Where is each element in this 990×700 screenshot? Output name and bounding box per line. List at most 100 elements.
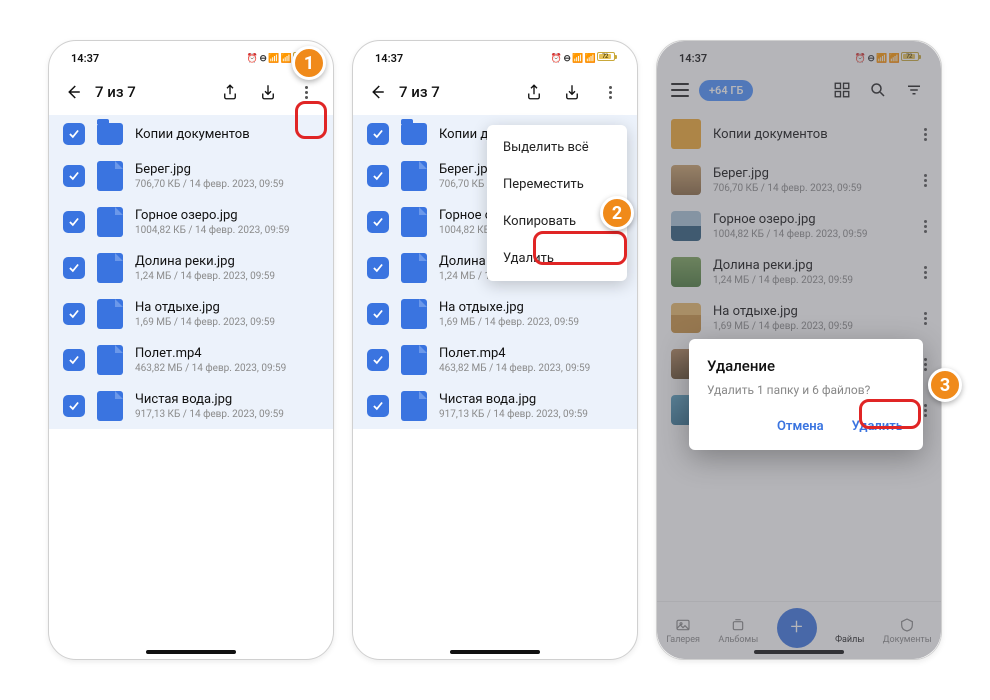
selection-count: 7 из 7 — [95, 83, 205, 101]
item-meta: 917,13 КБ / 14 февр. 2023, 09:59 — [439, 409, 623, 420]
checkbox-checked-icon[interactable] — [63, 349, 85, 371]
callout-1: 1 — [292, 46, 326, 80]
file-icon — [97, 345, 123, 375]
item-more-icon[interactable] — [923, 404, 927, 417]
share-icon[interactable] — [217, 79, 243, 105]
nav-albums[interactable]: Альбомы — [718, 617, 758, 645]
item-more-icon[interactable] — [923, 174, 927, 187]
share-icon[interactable] — [521, 79, 547, 105]
checkbox-checked-icon[interactable] — [367, 349, 389, 371]
selection-toolbar: 7 из 7 — [353, 69, 637, 115]
item-name: Горное озеро.jpg — [135, 208, 319, 223]
item-name: Берег.jpg — [713, 166, 911, 181]
file-icon — [97, 161, 123, 191]
list-item[interactable]: Копии документов — [49, 115, 333, 153]
phone-screen-3: 14:37 ⏰ ⊖ 📶 📶 72 +64 ГБ Копии документов… — [656, 40, 942, 660]
item-meta: 1004,82 КБ / 14 февр. 2023, 09:59 — [135, 225, 319, 236]
more-options-button[interactable] — [293, 79, 319, 105]
list-item[interactable]: На отдыхе.jpg1,69 МБ / 14 февр. 2023, 09… — [353, 291, 637, 337]
grid-view-icon[interactable] — [829, 77, 855, 103]
menu-delete[interactable]: Удалить — [487, 240, 627, 277]
list-item[interactable]: На отдыхе.jpg1,69 МБ / 14 февр. 2023, 09… — [657, 295, 941, 341]
selection-toolbar: 7 из 7 — [49, 69, 333, 115]
nav-documents[interactable]: Документы — [883, 617, 932, 645]
checkbox-checked-icon[interactable] — [63, 257, 85, 279]
search-icon[interactable] — [865, 77, 891, 103]
item-more-icon[interactable] — [923, 266, 927, 279]
item-name: Копии документов — [135, 127, 319, 142]
list-item[interactable]: На отдыхе.jpg1,69 МБ / 14 февр. 2023, 09… — [49, 291, 333, 337]
item-meta: 463,82 МБ / 14 февр. 2023, 09:59 — [135, 363, 319, 374]
dialog-confirm-button[interactable]: Удалить — [850, 415, 905, 438]
list-item[interactable]: Берег.jpg706,70 КБ / 14 февр. 2023, 09:5… — [657, 157, 941, 203]
menu-move[interactable]: Переместить — [487, 166, 627, 203]
item-more-icon[interactable] — [923, 312, 927, 325]
checkbox-checked-icon[interactable] — [63, 211, 85, 233]
list-item[interactable]: Копии документов — [657, 111, 941, 157]
checkbox-checked-icon[interactable] — [367, 395, 389, 417]
item-name: Долина реки.jpg — [135, 254, 319, 269]
list-item[interactable]: Горное озеро.jpg 1004,82 КБ / 14 февр. 20… — [49, 199, 333, 245]
list-item[interactable]: Берег.jpg706,70 КБ / 14 февр. 2023, 09:5… — [49, 153, 333, 199]
checkbox-checked-icon[interactable] — [367, 257, 389, 279]
image-thumbnail — [671, 257, 701, 287]
checkbox-checked-icon[interactable] — [63, 123, 85, 145]
list-item[interactable]: Чистая вода.jpg917,13 КБ / 14 февр. 2023… — [49, 383, 333, 429]
list-item[interactable]: Долина реки.jpg1,24 МБ / 14 февр. 2023, … — [657, 249, 941, 295]
file-icon — [97, 253, 123, 283]
list-item[interactable]: Долина реки.jpg1,24 МБ / 14 февр. 2023, … — [49, 245, 333, 291]
file-icon — [401, 391, 427, 421]
file-icon — [97, 207, 123, 237]
status-time: 14:37 — [679, 52, 707, 65]
checkbox-checked-icon[interactable] — [367, 123, 389, 145]
nav-files[interactable]: Файлы — [835, 617, 864, 645]
item-name: Горное озеро.jpg — [713, 212, 911, 227]
status-bar: 14:37 ⏰ ⊖ 📶 📶 72 — [49, 41, 333, 69]
image-thumbnail — [671, 303, 701, 333]
list-item[interactable]: Чистая вода.jpg917,13 КБ / 14 февр. 2023… — [353, 383, 637, 429]
more-options-button[interactable] — [597, 79, 623, 105]
checkbox-checked-icon[interactable] — [63, 395, 85, 417]
status-bar: 14:37 ⏰ ⊖ 📶 📶 72 — [353, 41, 637, 69]
image-thumbnail — [671, 211, 701, 241]
callout-3: 3 — [928, 368, 962, 402]
item-meta: 463,82 МБ / 14 февр. 2023, 09:59 — [439, 363, 623, 374]
folder-icon — [97, 123, 123, 145]
status-icons: ⏰ ⊖ 📶 📶 72 — [551, 52, 615, 64]
file-icon — [401, 345, 427, 375]
file-icon — [401, 253, 427, 283]
menu-icon[interactable] — [671, 83, 689, 97]
list-item[interactable]: Горное озеро.jpg1004,82 КБ / 14 февр. 20… — [657, 203, 941, 249]
item-more-icon[interactable] — [923, 358, 927, 371]
checkbox-checked-icon[interactable] — [367, 303, 389, 325]
download-icon[interactable] — [255, 79, 281, 105]
menu-select-all[interactable]: Выделить всё — [487, 129, 627, 166]
phone-screen-1: 14:37 ⏰ ⊖ 📶 📶 72 7 из 7 Копии документов… — [48, 40, 334, 660]
filter-icon[interactable] — [901, 77, 927, 103]
item-meta: 706,70 КБ / 14 февр. 2023, 09:59 — [135, 179, 319, 190]
storage-offer-pill[interactable]: +64 ГБ — [699, 80, 753, 101]
item-more-icon[interactable] — [923, 128, 927, 141]
file-icon — [401, 161, 427, 191]
file-icon — [97, 391, 123, 421]
checkbox-checked-icon[interactable] — [63, 165, 85, 187]
item-name: Долина реки.jpg — [713, 258, 911, 273]
item-more-icon[interactable] — [923, 220, 927, 233]
checkbox-checked-icon[interactable] — [367, 165, 389, 187]
list-item[interactable]: Полет.mp4463,82 МБ / 14 февр. 2023, 09:5… — [49, 337, 333, 383]
download-icon[interactable] — [559, 79, 585, 105]
fab-add-button[interactable]: + — [777, 608, 817, 648]
file-icon — [97, 299, 123, 329]
phone-screen-2: 14:37 ⏰ ⊖ 📶 📶 72 7 из 7 Копии документов… — [352, 40, 638, 660]
folder-icon — [671, 119, 701, 149]
dialog-cancel-button[interactable]: Отмена — [775, 415, 826, 438]
back-button[interactable] — [367, 82, 387, 102]
checkbox-checked-icon[interactable] — [367, 211, 389, 233]
back-button[interactable] — [63, 82, 83, 102]
nav-gallery[interactable]: Галерея — [666, 617, 700, 645]
status-icons: ⏰ ⊖ 📶 📶 72 — [855, 52, 919, 64]
checkbox-checked-icon[interactable] — [63, 303, 85, 325]
item-meta: 1,69 МБ / 14 февр. 2023, 09:59 — [713, 321, 911, 332]
item-meta: 917,13 КБ / 14 февр. 2023, 09:59 — [135, 409, 319, 420]
list-item[interactable]: Полет.mp4463,82 МБ / 14 февр. 2023, 09:5… — [353, 337, 637, 383]
